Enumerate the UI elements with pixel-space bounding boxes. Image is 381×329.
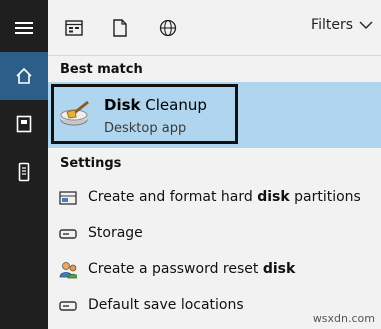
- best-match-title-bold: Disk: [104, 96, 141, 114]
- settings-item-text: Storage: [88, 225, 143, 241]
- item-text-pre: Create and format hard: [88, 189, 258, 205]
- storage-icon: [59, 225, 77, 243]
- chevron-down-icon: [359, 21, 373, 29]
- notebook-icon: [16, 115, 32, 133]
- search-toolbar: Filters: [48, 0, 381, 55]
- apps-filter-button[interactable]: [60, 14, 88, 42]
- home-icon: [16, 67, 32, 84]
- item-text-post: partitions: [289, 189, 361, 205]
- disk-management-icon: [59, 189, 77, 207]
- best-match-heading: Best match: [60, 62, 143, 77]
- item-text-bold: disk: [257, 189, 290, 205]
- settings-item-password-reset-disk[interactable]: Create a password reset disk: [48, 252, 381, 288]
- disk-cleanup-icon: [60, 100, 89, 126]
- settings-heading: Settings: [60, 156, 122, 171]
- users-icon: [59, 261, 77, 279]
- settings-item-format-partitions[interactable]: Create and format hard disk partitions: [48, 180, 381, 216]
- item-text-pre: Default save locations: [88, 297, 244, 313]
- device-button[interactable]: [0, 148, 48, 196]
- best-match-title: Disk Cleanup: [104, 96, 207, 114]
- globe-icon: [159, 19, 177, 37]
- item-text-bold: disk: [262, 261, 296, 277]
- web-filter-button[interactable]: [154, 14, 182, 42]
- hamburger-icon: [15, 22, 33, 34]
- item-text-pre: Create a password reset: [88, 261, 263, 277]
- settings-item-storage[interactable]: Storage: [48, 216, 381, 252]
- best-match-title-rest: Cleanup: [140, 96, 207, 114]
- left-rail: [0, 0, 48, 329]
- notebook-button[interactable]: [0, 100, 48, 148]
- document-icon: [113, 19, 127, 37]
- filters-dropdown[interactable]: Filters: [311, 17, 373, 33]
- toolbar-divider: [48, 55, 381, 56]
- settings-item-text: Default save locations: [88, 297, 244, 313]
- watermark: wsxdn.com: [312, 312, 375, 325]
- settings-item-text: Create a password reset disk: [88, 261, 295, 277]
- home-button[interactable]: [0, 52, 48, 100]
- filters-label: Filters: [311, 17, 353, 33]
- device-icon: [18, 162, 30, 182]
- storage-icon: [59, 297, 77, 315]
- apps-icon: [65, 20, 83, 36]
- best-match-subtitle: Desktop app: [104, 121, 187, 136]
- item-text-pre: Storage: [88, 225, 143, 241]
- settings-item-text: Create and format hard disk partitions: [88, 189, 361, 205]
- documents-filter-button[interactable]: [106, 14, 134, 42]
- hamburger-menu-button[interactable]: [0, 4, 48, 52]
